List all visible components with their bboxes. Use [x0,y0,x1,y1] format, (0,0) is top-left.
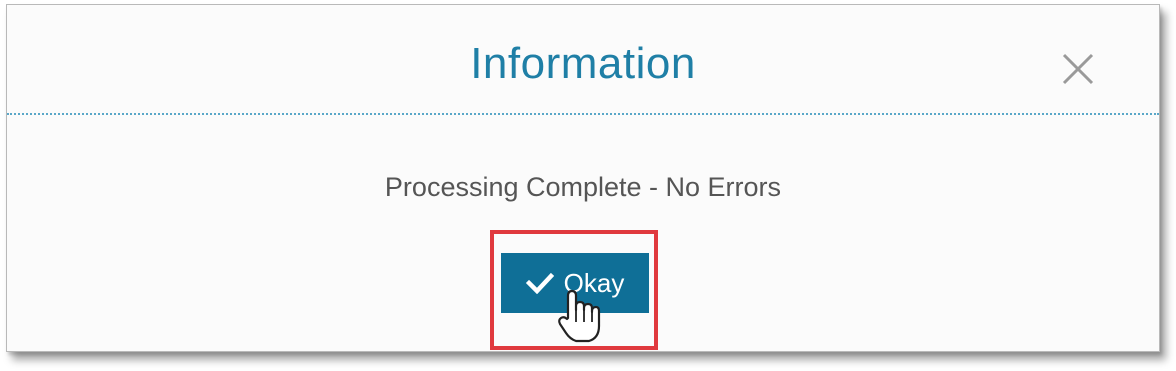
screenshot-stage: Information Processing Complete - No Err… [0,0,1176,371]
information-dialog: Information Processing Complete - No Err… [6,4,1160,352]
dialog-title: Information [470,39,696,88]
check-icon [525,272,554,295]
okay-button-label: Okay [563,267,625,298]
okay-button[interactable]: Okay [501,253,649,313]
close-icon [1056,47,1100,91]
dialog-body: Processing Complete - No Errors Okay [7,115,1159,353]
close-button[interactable] [1056,47,1100,91]
status-message: Processing Complete - No Errors [384,172,782,202]
dialog-header: Information [7,5,1159,115]
